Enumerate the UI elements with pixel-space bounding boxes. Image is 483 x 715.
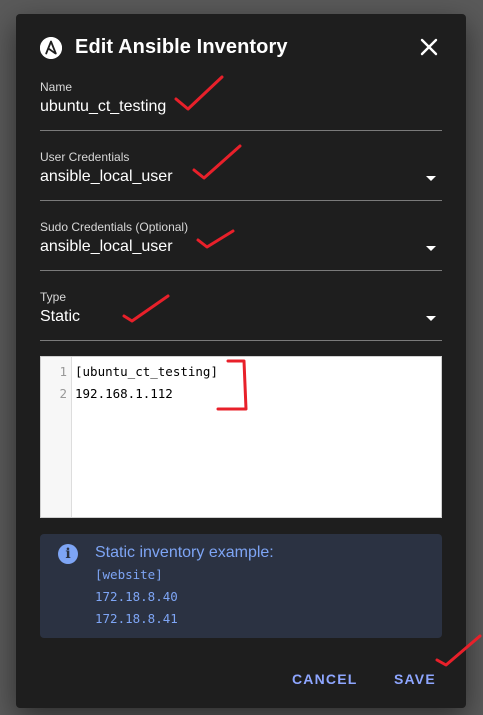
sudo-credentials-select[interactable]: Sudo Credentials (Optional) ansible_loca…	[40, 220, 442, 271]
dialog-header: Edit Ansible Inventory	[16, 14, 466, 82]
user-credentials-label: User Credentials	[40, 150, 130, 164]
chevron-down-icon[interactable]	[426, 246, 436, 251]
info-title: Static inventory example:	[95, 544, 274, 561]
name-field-value[interactable]: ubuntu_ct_testing	[40, 98, 166, 116]
close-icon[interactable]	[418, 36, 440, 58]
name-field[interactable]: Name ubuntu_ct_testing	[40, 80, 442, 131]
sudo-credentials-value[interactable]: ansible_local_user	[40, 238, 173, 256]
sudo-credentials-label: Sudo Credentials (Optional)	[40, 220, 189, 234]
user-credentials-select[interactable]: User Credentials ansible_local_user	[40, 150, 442, 201]
line-number: 1	[59, 364, 67, 379]
user-credentials-value[interactable]: ansible_local_user	[40, 168, 173, 186]
code-line[interactable]: 192.168.1.112	[75, 386, 173, 401]
line-number-gutter: 1 2	[41, 357, 72, 517]
type-label: Type	[40, 290, 67, 304]
inventory-code-editor[interactable]: 1 2 [ubuntu_ct_testing] 192.168.1.112	[40, 356, 442, 518]
example-line: [website]	[95, 567, 163, 582]
edit-inventory-dialog: Edit Ansible Inventory Name ubuntu_ct_te…	[16, 14, 466, 708]
chevron-down-icon[interactable]	[426, 316, 436, 321]
save-button[interactable]: SAVE	[394, 671, 436, 687]
example-line: 172.18.8.41	[95, 611, 178, 626]
line-number: 2	[59, 386, 67, 401]
example-line: 172.18.8.40	[95, 589, 178, 604]
type-value[interactable]: Static	[40, 308, 80, 326]
ansible-logo-icon	[40, 37, 62, 59]
type-select[interactable]: Type Static	[40, 290, 442, 341]
info-icon: i	[58, 544, 78, 564]
code-line[interactable]: [ubuntu_ct_testing]	[75, 364, 218, 379]
name-field-label: Name	[40, 80, 73, 94]
dialog-title: Edit Ansible Inventory	[75, 36, 288, 58]
cancel-button[interactable]: CANCEL	[292, 671, 358, 687]
inventory-example-alert: i Static inventory example: [website] 17…	[40, 534, 442, 638]
chevron-down-icon[interactable]	[426, 176, 436, 181]
